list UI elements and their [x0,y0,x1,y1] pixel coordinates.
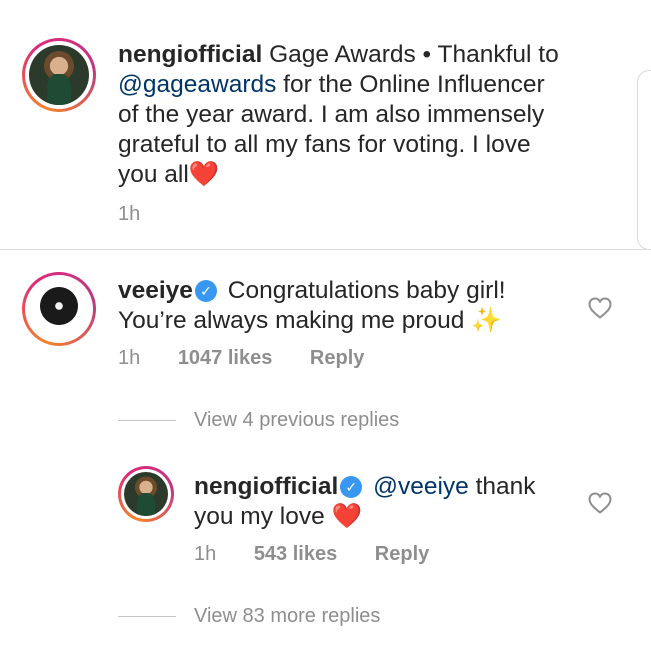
caption-divider [0,249,651,250]
caption-username[interactable]: nengiofficial [118,41,262,68]
caption-mention[interactable]: @gageawards [118,71,276,98]
caption-text-2: for the Online Influencer [276,71,545,98]
caption-text-3: of the year award. I am also immensely [118,101,545,128]
comment-avatar[interactable] [22,272,96,346]
view-more-replies-button[interactable]: View 83 more replies [194,605,380,628]
verified-badge-icon: ✓ [340,476,363,498]
caption-text-4: grateful to all my fans for voting. I lo… [118,131,531,158]
caption-heart-emoji: ❤️ [188,161,220,188]
comment-time: 1h [118,347,141,369]
comment-text-2: You’re always making me proud [118,307,465,334]
reply-text: nengiofficial ✓ @veeiye thank you my love… [194,472,584,532]
view-previous-line [118,420,176,421]
comment-meta: 1h 1047 likes Reply [118,347,364,370]
reply-likes[interactable]: 543 likes [254,543,337,565]
verified-badge-icon: ✓ [194,280,217,302]
reply-avatar-image [124,472,168,516]
caption-avatar[interactable] [22,38,96,112]
reply-text-1: thank [468,473,536,500]
reply-reply-button[interactable]: Reply [375,543,429,565]
comment-username[interactable]: veeiye [118,277,193,304]
reply-like-button[interactable] [588,492,612,514]
caption-text-1: Gage Awards • Thankful to [262,41,559,68]
reply-meta: 1h 543 likes Reply [194,543,429,566]
comment-sparkle-emoji: ✨ [471,307,502,334]
reply-avatar[interactable] [118,466,174,522]
comment-avatar-frame [25,275,93,343]
heart-outline-icon [588,492,612,514]
caption-avatar-image [29,45,89,105]
comment-text-1: Congratulations baby girl! [227,277,506,304]
reply-username[interactable]: nengiofficial [194,473,338,500]
heart-outline-icon [588,297,612,319]
comment-avatar-image [29,279,89,339]
view-previous-replies-button[interactable]: View 4 previous replies [194,409,399,432]
view-more-line [118,616,176,617]
scroll-edge [637,70,651,250]
caption-avatar-frame [25,41,93,109]
comment-reply-button[interactable]: Reply [310,347,364,369]
caption-text-5: you all [118,161,189,188]
comment-likes[interactable]: 1047 likes [178,347,273,369]
comment-text: veeiye ✓ Congratulations baby girl! You’r… [118,276,578,336]
reply-avatar-frame [121,469,171,519]
reply-mention[interactable]: @veeiye [373,473,469,500]
reply-text-2: you my love [194,503,325,530]
reply-time: 1h [194,543,217,565]
reply-heart-emoji: ❤️ [331,503,363,530]
comment-like-button[interactable] [588,297,612,319]
caption-text: nengiofficial Gage Awards • Thankful to … [118,40,588,190]
caption-time: 1h [118,203,141,225]
